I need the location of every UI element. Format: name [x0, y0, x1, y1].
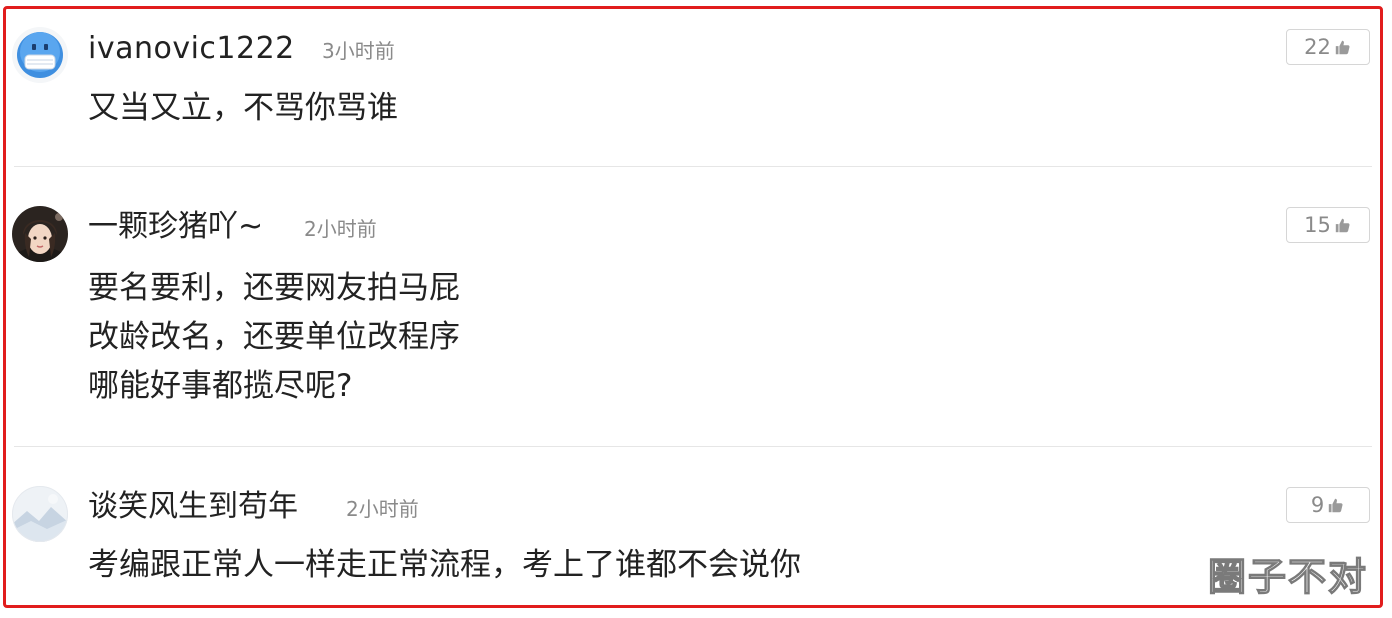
comment-line: 改龄改名，还要单位改程序 — [88, 319, 460, 355]
landscape-avatar-icon[interactable] — [11, 485, 69, 543]
like-button[interactable]: 9 — [1286, 487, 1370, 523]
comment-time: 3小时前 — [322, 39, 395, 63]
comment-line: 哪能好事都揽尽呢? — [88, 368, 353, 404]
comment-time: 2小时前 — [304, 217, 377, 241]
thumbs-up-icon — [1335, 40, 1350, 55]
comment-text: 考编跟正常人一样走正常流程，考上了谁都不会说你 — [88, 541, 801, 590]
comment-username[interactable]: 谈笑风生到苟年 — [88, 487, 298, 527]
comment-line: 又当又立，不骂你骂谁 — [88, 90, 398, 126]
like-count: 9 — [1310, 493, 1325, 517]
comment-item: 谈笑风生到苟年 2小时前 9 考编跟正常人一样走正常流程，考上了谁都不会说你 — [6, 449, 1380, 605]
comment-text: 又当又立，不骂你骂谁 — [88, 84, 398, 133]
comment-line: 要名要利，还要网友拍马屁 — [88, 270, 460, 306]
comment-item: ivanovic1222 3小时前 22 又当又立，不骂你骂谁 — [6, 9, 1380, 169]
masked-face-emoji-icon[interactable] — [11, 26, 69, 84]
comment-username[interactable]: ivanovic1222 — [88, 29, 295, 69]
comment-item: 一颗珍猪吖~ 2小时前 15 要名要利，还要网友拍马屁 改龄改名，还要单位改程序… — [6, 169, 1380, 449]
watermark-text: 圈子不对 — [1207, 554, 1368, 599]
comment-line: 考编跟正常人一样走正常流程，考上了谁都不会说你 — [88, 547, 801, 583]
comment-list-frame: ivanovic1222 3小时前 22 又当又立，不骂你骂谁 一颗珍猪吖~ 2… — [3, 6, 1383, 608]
like-button[interactable]: 22 — [1286, 29, 1370, 65]
like-count: 22 — [1304, 35, 1331, 59]
comment-time: 2小时前 — [346, 497, 419, 521]
comment-username[interactable]: 一颗珍猪吖~ — [88, 207, 263, 247]
comment-text: 要名要利，还要网友拍马屁 改龄改名，还要单位改程序 哪能好事都揽尽呢? — [88, 264, 460, 411]
user-photo-avatar[interactable] — [11, 205, 69, 263]
divider — [14, 446, 1372, 447]
like-count: 15 — [1304, 213, 1331, 237]
like-button[interactable]: 15 — [1286, 207, 1370, 243]
thumbs-up-icon — [1328, 498, 1343, 513]
divider — [14, 166, 1372, 167]
thumbs-up-icon — [1335, 218, 1350, 233]
